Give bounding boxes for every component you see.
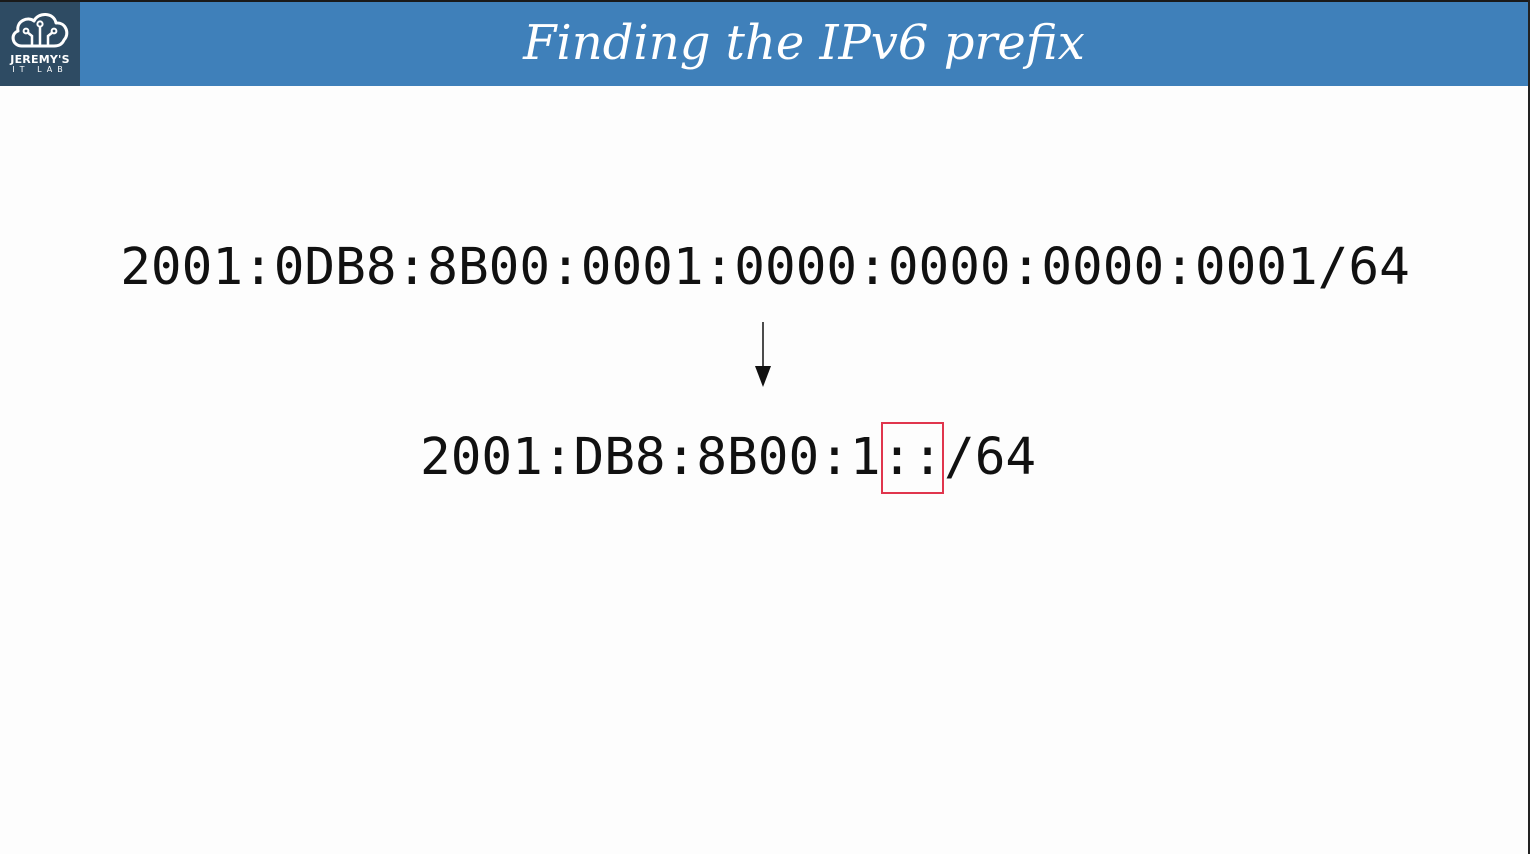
cloud-circuit-icon xyxy=(11,13,69,48)
compressed-ipv6-address: 2001:DB8:8B00:1::/64 xyxy=(420,422,1036,494)
double-colon-highlight: :: xyxy=(880,422,944,494)
compressed-address-prefix: 2001:DB8:8B00:1 xyxy=(420,428,881,487)
prefix-length: /64 xyxy=(944,428,1037,487)
logo: JEREMY'S IT LAB xyxy=(0,2,80,86)
arrow-down-icon xyxy=(755,322,771,387)
slide-title: Finding the IPv6 prefix xyxy=(523,15,1085,71)
full-ipv6-address: 2001:0DB8:8B00:0001:0000:0000:0000:0001/… xyxy=(120,238,1410,297)
logo-text-secondary: IT LAB xyxy=(12,65,68,74)
